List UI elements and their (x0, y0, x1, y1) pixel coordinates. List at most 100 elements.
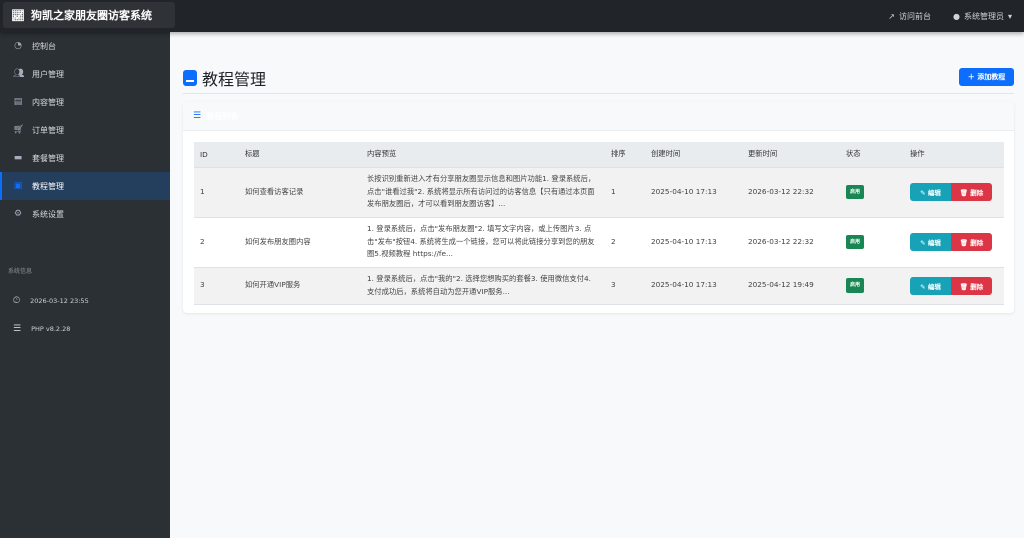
book-icon: ▣ (13, 181, 23, 191)
column-header: 操作 (904, 142, 1004, 168)
clock-icon: 🕒︎ (13, 296, 21, 306)
delete-label: 删除 (970, 239, 984, 247)
tutorial-list-card: ☰ 教程列表 ID 标题 内容预览 排序 创建时间 更新时间 状态 操作 1 如何查看访客记录 … (183, 102, 1014, 313)
cell-id: 1 (194, 167, 239, 218)
trash-icon: 🗑︎ (959, 282, 968, 291)
visit-front-link[interactable]: ↗ 访问前台 (888, 11, 931, 22)
sidebar-item-2[interactable]: ▤ 内容管理 (0, 88, 170, 116)
delete-label: 删除 (970, 282, 984, 291)
sidebar-item-4[interactable]: ▬ 套餐管理 (0, 144, 170, 172)
trash-icon: 🗑︎ (959, 189, 968, 197)
cell-status: 启用 (840, 267, 904, 305)
cell-actions: ✎ 编辑 🗑︎ 删除 (904, 267, 1004, 305)
sidebar-item-6[interactable]: ⚙ 系统设置 (0, 200, 170, 228)
table-row: 3 如何开通VIP服务 1. 登录系统后，点击"我的"2. 选择您想购买的套餐3… (194, 267, 1004, 305)
cart-icon: 🛒︎ (13, 125, 25, 135)
cell-updated: 2026-03-12 22:32 (742, 217, 840, 268)
sidebar: ◔ 控制台 👥︎ 用户管理 ▤ 内容管理 🛒︎ 订单管理 ▬ 套餐管理 ▣ 教程管理 ⚙ 系统设置 系统信… (0, 32, 170, 538)
system-info-heading: 系统信息 (8, 268, 33, 275)
status-badge: 启用 (846, 278, 865, 293)
php-value: PHP v8.2.28 (31, 325, 71, 333)
column-header: 排序 (605, 142, 645, 168)
table-row: 2 如何发布朋友圈内容 1. 登录系统后，点击"发布朋友圈"2. 填写文字内容，… (194, 217, 1004, 268)
tutorial-table: ID 标题 内容预览 排序 创建时间 更新时间 状态 操作 1 如何查看访客记录 长按识别重新… (194, 142, 1004, 305)
cell-created: 2025-04-10 17:13 (645, 217, 742, 268)
column-header: 状态 (840, 142, 904, 168)
card-title: 教程列表 (206, 111, 239, 121)
edit-icon: ✎ (920, 282, 926, 291)
gear-icon: ⚙ (13, 209, 23, 219)
cell-status: 启用 (840, 217, 904, 268)
cell-id: 2 (194, 217, 239, 268)
edit-icon: ✎ (920, 189, 926, 197)
chart-line-icon: 📈︎ (11, 8, 25, 22)
sidebar-item-5[interactable]: ▣ 教程管理 (0, 172, 170, 200)
time-value: 2026-03-12 23:55 (30, 297, 89, 305)
cell-sort: 2 (605, 217, 645, 268)
server-icon: ☰ (13, 324, 22, 334)
edit-button[interactable]: ✎ 编辑 (910, 233, 951, 251)
sidebar-item-label: 订单管理 (32, 125, 64, 135)
book-icon (183, 70, 197, 86)
column-header: 内容预览 (361, 142, 605, 168)
caret-down-icon: ▾ (1007, 11, 1012, 21)
cell-preview: 1. 登录系统后，点击"发布朋友圈"2. 填写文字内容，或上传图片3. 点击"发… (361, 217, 605, 268)
delete-button[interactable]: 🗑︎ 删除 (951, 233, 992, 251)
cell-sort: 1 (605, 167, 645, 218)
sidebar-item-label: 教程管理 (32, 181, 64, 191)
edit-label: 编辑 (927, 282, 941, 291)
delete-button[interactable]: 🗑︎ 删除 (951, 183, 992, 201)
cell-actions: ✎ 编辑 🗑︎ 删除 (904, 217, 1004, 268)
cell-preview: 1. 登录系统后，点击"我的"2. 选择您想购买的套餐3. 使用微信支付4. 支… (361, 267, 605, 305)
user-name: 系统管理员 (963, 11, 1004, 21)
sidebar-item-label: 内容管理 (32, 97, 64, 107)
delete-label: 删除 (970, 189, 984, 197)
sidebar-item-0[interactable]: ◔ 控制台 (0, 32, 170, 60)
cell-updated: 2026-03-12 22:32 (742, 167, 840, 218)
status-badge: 启用 (846, 184, 865, 200)
top-navbar: 📈︎ 狗凯之家朋友圈访客系统 ↗ 访问前台 ● 系统管理员 ▾ (0, 0, 1024, 32)
sidebar-item-1[interactable]: 👥︎ 用户管理 (0, 60, 170, 88)
users-icon: 👥︎ (13, 69, 25, 79)
page-title: 教程管理 (183, 66, 266, 90)
column-header: 更新时间 (742, 142, 840, 168)
sidebar-item-label: 用户管理 (32, 69, 64, 79)
edit-button[interactable]: ✎ 编辑 (910, 276, 951, 295)
edit-label: 编辑 (927, 239, 941, 247)
cell-id: 3 (194, 267, 239, 305)
main-content: 教程管理 ＋ 添加教程 ☰ 教程列表 ID 标题 内容预览 排序 创建时间 更新时间 状态 操作… (170, 32, 1024, 538)
column-header: 标题 (239, 142, 361, 168)
external-link-icon: ↗ (888, 11, 895, 21)
divider (183, 93, 1014, 94)
system-time: 🕒︎ 2026-03-12 23:55 (0, 287, 170, 315)
brand[interactable]: 📈︎ 狗凯之家朋友圈访客系统 (3, 2, 175, 28)
sidebar-item-label: 系统设置 (32, 209, 64, 219)
add-tutorial-button[interactable]: ＋ 添加教程 (959, 68, 1014, 86)
sidebar-item-3[interactable]: 🛒︎ 订单管理 (0, 116, 170, 144)
user-menu[interactable]: ● 系统管理员 ▾ (953, 11, 1012, 22)
edit-button[interactable]: ✎ 编辑 (910, 183, 951, 201)
sidebar-item-label: 套餐管理 (32, 153, 64, 163)
list-icon: ☰ (193, 111, 202, 121)
add-button-label: 添加教程 (977, 73, 1006, 81)
file-icon: ▤ (13, 97, 23, 107)
column-header: 创建时间 (645, 142, 742, 168)
tachometer-icon: ◔ (14, 41, 22, 51)
php-version: ☰ PHP v8.2.28 (0, 315, 170, 343)
sidebar-item-label: 控制台 (32, 41, 56, 51)
cell-preview: 长按识别重新进入才有分享朋友圈显示信息和图片功能1. 登录系统后，点击"谁看过我… (361, 167, 605, 218)
cell-status: 启用 (840, 167, 904, 218)
box-icon: ▬ (13, 153, 23, 163)
visit-front-label: 访问前台 (899, 11, 931, 21)
cell-created: 2025-04-10 17:13 (645, 267, 742, 305)
delete-button[interactable]: 🗑︎ 删除 (951, 276, 992, 295)
cell-updated: 2025-04-12 19:49 (742, 267, 840, 305)
cell-title: 如何发布朋友圈内容 (239, 217, 361, 268)
status-badge: 启用 (846, 234, 865, 250)
edit-label: 编辑 (927, 189, 941, 197)
cell-title: 如何查看访客记录 (239, 167, 361, 218)
app-title: 狗凯之家朋友圈访客系统 (30, 9, 152, 22)
edit-icon: ✎ (920, 239, 926, 247)
page-title-text: 教程管理 (202, 70, 267, 89)
user-circle-icon: ● (953, 11, 960, 21)
